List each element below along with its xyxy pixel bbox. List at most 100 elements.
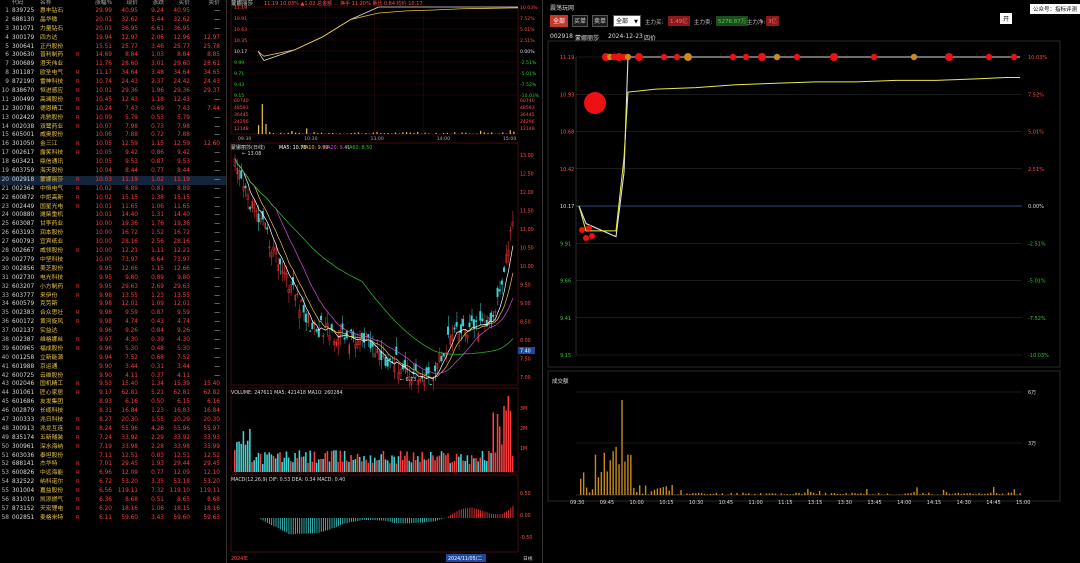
list-item[interactable]: 5 300641 正丹股份 15.51 25.77 3.46 25.77 25.78 — [0, 43, 226, 52]
list-item[interactable]: 57 873152 天宏锂电 R 6.20 18.16 1.06 18.15 18.16 — [0, 505, 226, 514]
list-item[interactable]: 26 603193 润本股份 10.00 16.72 1.52 16.72 — — [0, 229, 226, 238]
list-item[interactable]: 13 002429 兆驰股份 R 10.09 5.79 0.53 5.79 — — [0, 114, 226, 123]
list-header-cell[interactable]: 卖价 — [190, 0, 220, 7]
list-item[interactable]: 45 601686 友发集团 8.93 6.16 0.50 6.15 6.16 — [0, 398, 226, 407]
list-header-cell[interactable] — [0, 0, 12, 7]
list-item[interactable]: 18 603421 鼎信通讯 10.05 9.53 0.87 9.53 — — [0, 158, 226, 167]
kvol-bar — [238, 441, 240, 472]
list-item[interactable]: 19 603759 海天股份 10.04 8.44 0.77 8.44 — — [0, 167, 226, 176]
left-price-tick: 9.91 — [560, 241, 571, 247]
list-item[interactable]: 11 300499 高澜股份 R 10.45 12.43 1.18 12.43 — — [0, 96, 226, 105]
list-item[interactable]: 44 301061 匠心家居 R 9.17 62.81 5.21 62.81 62.82 — [0, 389, 226, 398]
list-item[interactable]: 6 300630 普利制药 R 14.69 8.84 1.03 8.84 8.85 — [0, 51, 226, 60]
list-item[interactable]: 58 002851 麦格米特 R 6.11 59.60 3.43 59.60 59.63 — [0, 514, 226, 523]
list-item[interactable]: 30 002856 美芝股份 9.95 12.66 1.15 12.66 — — [0, 265, 226, 274]
list-item[interactable]: 24 000880 潍柴重机 10.01 14.40 1.31 14.40 — — [0, 211, 226, 220]
price: 33.98 — [121, 443, 138, 450]
candle-body — [440, 356, 443, 361]
stock-list[interactable]: 代码 名称 涨幅% 现价 涨跌 买价 卖价 1 839725 惠丰钻石 29.99 40.95 9.2… — [0, 0, 227, 563]
list-item[interactable]: 29 002779 中坚科技 10.00 73.97 6.64 73.97 — — [0, 256, 226, 265]
right-charts[interactable]: 11.19 10.03% 10.93 7.52% 10.68 5.01% 10.42 2.51… — [544, 0, 1080, 563]
kvol-bar — [270, 454, 273, 472]
mini-volume-bar — [402, 132, 404, 134]
list-item[interactable]: 34 600579 克劳斯 9.98 12.01 1.09 12.01 — — [0, 300, 226, 309]
list-item[interactable]: 55 301004 嘉益股份 R 6.56 119.11 7.32 119.10 119.11 — [0, 487, 226, 496]
list-item[interactable]: 14 002038 双鹭药业 R 10.07 7.98 0.73 7.98 — — [0, 123, 226, 132]
list-header-cell[interactable]: 代码 — [12, 0, 40, 7]
stock-code: 872190 — [12, 79, 35, 86]
list-item[interactable]: 32 603207 小方制药 R 9.95 29.63 2.69 29.63 — — [0, 283, 226, 292]
list-item[interactable]: 53 600826 中远海能 R 6.96 12.09 0.77 12.09 12.10 — [0, 469, 226, 478]
list-item[interactable]: 28 002667 威领股份 R 10.00 12.21 1.11 12.21 — — [0, 247, 226, 256]
list-item[interactable]: 22 600872 中炬高新 R 10.02 15.15 1.38 15.15 — — [0, 194, 226, 203]
price: 5.79 — [125, 114, 138, 121]
list-item[interactable]: 12 300780 德恩精工 R 10.24 7.43 0.69 7.43 7.44 — [0, 105, 226, 114]
list-item[interactable]: 42 600725 云维股份 9.90 4.11 0.37 4.11 — — [0, 372, 226, 381]
list-header-cell[interactable]: 涨跌 — [138, 0, 164, 7]
list-item[interactable]: 25 603087 甘李药业 10.00 19.36 1.76 19.36 — — [0, 220, 226, 229]
change-pct: 7.11 — [99, 452, 112, 459]
list-item[interactable]: 52 688141 杰华特 R 7.01 29.45 1.93 29.44 29.45 — [0, 460, 226, 469]
volume-bar — [677, 494, 679, 495]
rz-badge: R — [76, 114, 80, 121]
list-header-cell[interactable]: 买价 — [164, 0, 190, 7]
ask: 34.65 — [203, 70, 220, 77]
list-item[interactable]: 27 600793 宜宾纸业 10.00 28.16 2.56 28.16 — — [0, 238, 226, 247]
list-header-cell[interactable]: 现价 — [112, 0, 138, 7]
right-pct-tick: 7.52% — [1028, 92, 1044, 98]
volume-tick: 3万 — [1028, 441, 1036, 447]
kvol-bar — [352, 459, 355, 472]
list-item[interactable]: 40 001258 立新能源 9.94 7.52 0.68 7.52 — — [0, 354, 226, 363]
list-item[interactable]: 17 002617 露笑科技 R 10.05 9.42 0.86 9.42 — — [0, 149, 226, 158]
volume-bar — [659, 487, 662, 495]
list-item[interactable]: 31 002730 电光科技 9.95 9.80 0.89 9.80 — — [0, 274, 226, 283]
rz-badge — [76, 256, 86, 265]
list-item[interactable]: 38 002387 维格娜丝 R 9.97 4.30 0.39 4.30 — — [0, 336, 226, 345]
list-item[interactable]: 23 002449 国星光电 R 10.01 11.65 1.06 11.65 — — [0, 203, 226, 212]
list-header-cell[interactable] — [76, 0, 86, 7]
volume-bar — [591, 489, 594, 495]
list-item[interactable]: 37 002137 实益达 9.96 9.26 0.84 9.26 — — [0, 327, 226, 336]
list-item[interactable]: 51 603036 泰坦股份 7.11 12.51 0.83 12.51 12.52 — [0, 452, 226, 461]
list-header-cell[interactable]: 名称 — [40, 0, 76, 7]
rz-badge: R — [76, 96, 80, 103]
list-item[interactable]: 41 601988 京运通 9.90 3.44 0.31 3.44 — — [0, 363, 226, 372]
list-item[interactable]: 35 002383 合众思壮 R 9.98 9.59 0.87 9.59 — — [0, 309, 226, 318]
list-item[interactable]: 16 301050 金三江 R 10.05 12.59 1.15 12.59 12.60 — [0, 140, 226, 149]
list-item[interactable]: 4 300179 四方达 19.94 12.97 2.06 12.96 12.97 — [0, 34, 226, 43]
list-item[interactable]: 20 002918 蒙娜丽莎 R 10.03 11.19 1.02 11.19 — — [0, 175, 226, 185]
ask: 119.11 — [199, 488, 220, 495]
list-item[interactable]: 50 300961 深水海纳 R 7.19 33.98 2.28 33.98 33.99 — [0, 443, 226, 452]
list-item[interactable]: 36 600172 黄河旋风 R 9.98 4.74 0.43 4.74 — — [0, 318, 226, 327]
list-item[interactable]: 3 301071 力量钻石 20.01 36.95 6.61 36.95 — — [0, 25, 226, 34]
list-item[interactable]: 15 605001 威奥股份 10.06 7.88 0.72 7.88 — — [0, 131, 226, 140]
list-item[interactable]: 8 301187 欧圣电气 R 11.17 34.64 3.48 34.64 34.65 — [0, 69, 226, 78]
stock-name: 普利制药 — [40, 52, 64, 59]
list-item[interactable]: 54 832522 纳科诺尔 R 6.72 53.20 3.35 53.18 53.20 — [0, 478, 226, 487]
kvol-legend: VOLUME: 247611 MA5: 421418 MA10: 260284 — [231, 390, 343, 396]
list-item[interactable]: 7 300689 澄天伟业 11.76 28.60 3.01 29.60 28.61 — [0, 60, 226, 69]
list-item[interactable]: 56 831010 凯添燃气 R 6.36 8.68 0.51 8.65 8.68 — [0, 496, 226, 505]
kvol-bar — [384, 459, 387, 472]
list-item[interactable]: 21 002364 中恒电气 R 10.02 8.89 0.81 8.89 — — [0, 185, 226, 194]
left-price-tick: 10.17 — [560, 204, 574, 210]
list-item[interactable]: 43 002046 国机精工 R 9.53 15.40 1.34 15.39 15.40 — [0, 380, 226, 389]
middle-charts[interactable]: 蒙娜丽莎 11.19 10.03% ▲1.02 总金额 ... 换手 11.20%… — [228, 0, 543, 563]
list-item[interactable]: 39 600965 福成股份 R 9.96 5.30 0.48 5.30 — — [0, 345, 226, 354]
list-header-cell[interactable]: 涨幅% — [86, 0, 112, 7]
candle-body — [472, 319, 475, 328]
row-index: 27 — [1, 239, 9, 246]
list-item[interactable]: 48 300913 兆龙互连 R 8.24 55.96 4.26 55.96 55.97 — [0, 425, 226, 434]
list-item[interactable]: 10 838670 恒进感应 R 10.01 29.36 1.96 29.36 29.37 — [0, 87, 226, 96]
list-item[interactable]: 9 872190 雷神科技 R 10.74 24.43 2.37 24.42 24.43 — [0, 78, 226, 87]
volume-bar — [969, 493, 971, 495]
list-item[interactable]: 49 835174 五新隧装 R 7.24 33.92 2.29 33.92 33.93 — [0, 434, 226, 443]
list-item[interactable]: 47 300333 兆日科技 R 8.27 20.30 1.55 20.29 20.30 — [0, 416, 226, 425]
volume-bar — [594, 454, 597, 495]
list-item[interactable]: 46 002879 长缆科技 8.31 16.84 1.23 16.83 16.84 — [0, 407, 226, 416]
row-index: 30 — [1, 265, 9, 272]
row-index: 47 — [1, 416, 9, 423]
list-item[interactable]: 2 688130 晶华微 20.01 32.62 5.44 32.62 — — [0, 16, 226, 25]
list-item[interactable]: 1 839725 惠丰钻石 29.99 40.95 9.24 40.95 — — [0, 7, 226, 16]
list-item[interactable]: 33 603777 来伊份 R 9.98 13.55 1.23 13.55 — — [0, 292, 226, 301]
